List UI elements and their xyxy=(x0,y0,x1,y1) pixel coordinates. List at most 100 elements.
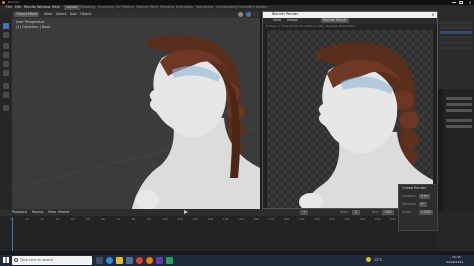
shading-rendered-icon[interactable] xyxy=(246,12,251,17)
tab-animation[interactable]: Animation xyxy=(176,5,193,9)
clock-date[interactable]: 04/06/2024 xyxy=(446,261,463,264)
menu-help[interactable]: Help xyxy=(52,5,60,9)
task-view-icon[interactable] xyxy=(96,257,103,264)
measure-tool-icon[interactable] xyxy=(3,92,9,98)
render-menu-view[interactable]: View xyxy=(273,18,281,22)
outliner-row[interactable] xyxy=(440,36,472,39)
property-field[interactable] xyxy=(446,109,472,112)
edge-icon[interactable] xyxy=(106,257,113,264)
outliner-row[interactable] xyxy=(440,31,472,34)
render-slot-dropdown[interactable]: Render Result xyxy=(321,18,349,24)
tab-compositing[interactable]: Compositing xyxy=(216,5,237,9)
weather-icon[interactable] xyxy=(366,257,371,262)
tab-shading[interactable]: Shading xyxy=(160,5,174,9)
start-label: Start xyxy=(340,210,349,214)
outliner[interactable] xyxy=(438,11,474,89)
ruler-label: 220 xyxy=(344,217,351,221)
mode-dropdown[interactable]: Object Mode xyxy=(14,12,40,18)
tab-rendering[interactable]: Rendering xyxy=(196,5,213,9)
annotate-tool-icon[interactable] xyxy=(3,83,9,89)
panel-row-value[interactable]: 1.000 xyxy=(419,210,433,216)
search-input[interactable]: Type here to search xyxy=(20,258,53,262)
app-icon[interactable] xyxy=(156,257,163,264)
minimize-icon[interactable] xyxy=(452,2,456,3)
windows-start-icon[interactable] xyxy=(3,257,9,263)
tab-modeling[interactable]: Modeling xyxy=(80,5,95,9)
taskbar-search[interactable]: Type here to search xyxy=(12,256,92,265)
render-menu-image[interactable]: Image xyxy=(287,18,298,22)
menu-window[interactable]: Window xyxy=(37,5,50,9)
menu-edit[interactable]: Edit xyxy=(15,5,22,9)
menu-add[interactable]: Add xyxy=(70,12,77,16)
render-figure xyxy=(299,42,433,208)
timeline-playback[interactable]: Playback xyxy=(12,210,27,214)
tab-texture-paint[interactable]: Texture Paint xyxy=(136,5,158,9)
tab-layout[interactable]: Layout xyxy=(64,5,80,11)
blender-logo-icon xyxy=(2,1,5,4)
outliner-row[interactable] xyxy=(440,26,472,29)
clock-time[interactable]: 16:34 xyxy=(452,256,461,259)
panel-row-value[interactable]: 0° xyxy=(419,202,427,208)
start-frame-field[interactable]: 1 xyxy=(352,210,361,216)
property-field[interactable] xyxy=(446,97,472,100)
ruler-label: 210 xyxy=(329,217,335,221)
timeline-view[interactable]: View xyxy=(48,210,56,214)
tool-shelf xyxy=(0,11,12,209)
playhead[interactable] xyxy=(12,217,13,251)
rotate-tool-icon[interactable] xyxy=(3,52,9,58)
tab-geometry-nodes[interactable]: Geometry Nodes xyxy=(238,5,267,9)
ruler-label: 190 xyxy=(298,217,305,221)
weather-temp[interactable]: 12°C xyxy=(374,258,382,262)
scale-tool-icon[interactable] xyxy=(3,61,9,67)
ruler-label: 60 xyxy=(101,217,106,221)
ruler-label: 230 xyxy=(359,217,366,221)
timeline-marker[interactable]: Marker xyxy=(58,210,70,214)
properties-tab-column xyxy=(438,89,443,211)
move-tool-icon[interactable] xyxy=(3,43,9,49)
chrome-icon[interactable] xyxy=(136,257,143,264)
viewport-header: Object Mode View Select Add Object xyxy=(12,11,260,18)
end-frame-field[interactable]: 250 xyxy=(382,210,395,216)
store-icon[interactable] xyxy=(126,257,133,264)
timeline[interactable]: Playback Keying View Marker 1 Start 1 En… xyxy=(0,209,438,251)
search-icon xyxy=(14,258,18,262)
ruler-label: 110 xyxy=(177,217,183,221)
property-field[interactable] xyxy=(446,125,472,128)
maximize-icon[interactable] xyxy=(459,1,463,4)
tab-sculpting[interactable]: Sculpting xyxy=(98,5,114,9)
menu-render[interactable]: Render xyxy=(24,5,36,9)
ruler-label: 100 xyxy=(162,217,168,221)
outliner-row[interactable] xyxy=(440,41,472,44)
render-result-image[interactable] xyxy=(267,30,433,208)
menu-select[interactable]: Select xyxy=(56,12,66,16)
ruler-label: 50 xyxy=(86,217,90,221)
ruler-label: 180 xyxy=(283,217,290,221)
shading-solid-icon[interactable] xyxy=(238,12,243,17)
3d-viewport[interactable]: User Perspective (1) Collection | Base xyxy=(12,18,260,209)
ruler-label: 130 xyxy=(207,217,214,221)
add-cube-tool-icon[interactable] xyxy=(3,105,9,111)
panel-row-value[interactable]: 0 m xyxy=(419,194,430,200)
file-explorer-icon[interactable] xyxy=(116,257,123,264)
ruler-label: 20 xyxy=(40,217,45,221)
render-window-title: Blender Render xyxy=(272,12,299,16)
outliner-row[interactable] xyxy=(440,46,472,49)
app-icon[interactable] xyxy=(166,257,173,264)
menu-view[interactable]: View xyxy=(44,12,52,16)
select-tool-icon[interactable] xyxy=(3,23,9,29)
property-field[interactable] xyxy=(446,119,472,122)
tab-uv-editing[interactable]: UV Editing xyxy=(116,5,134,9)
timeline-keying[interactable]: Keying xyxy=(32,210,43,214)
current-frame-field[interactable]: 1 xyxy=(300,210,309,216)
transform-tool-icon[interactable] xyxy=(3,70,9,76)
blender-taskbar-icon[interactable] xyxy=(146,257,153,264)
cursor-tool-icon[interactable] xyxy=(3,32,9,38)
property-field[interactable] xyxy=(446,103,472,106)
properties-editor[interactable] xyxy=(438,89,474,211)
menu-file[interactable]: File xyxy=(6,5,12,9)
ruler-label: 140 xyxy=(222,217,229,221)
play-button[interactable] xyxy=(184,210,188,214)
last-operation-panel: Linked Render Location 0 m Rotation 0° S… xyxy=(398,184,438,231)
menu-object[interactable]: Object xyxy=(80,12,91,16)
outliner-row[interactable] xyxy=(440,21,472,24)
